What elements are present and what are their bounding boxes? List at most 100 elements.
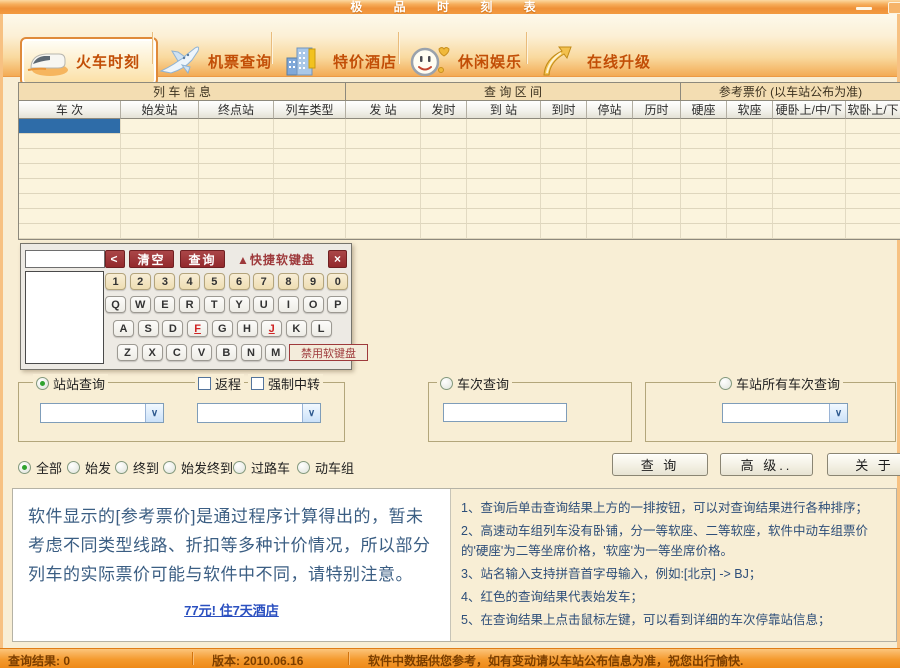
key-S[interactable]: S (138, 320, 159, 337)
key-B[interactable]: B (216, 344, 237, 361)
key-T[interactable]: T (204, 296, 225, 313)
key-2[interactable]: 2 (130, 273, 151, 290)
table-cell[interactable] (773, 224, 846, 239)
table-cell[interactable] (633, 134, 681, 149)
filter-option-2[interactable]: 始发 (67, 458, 111, 477)
filter-option-4[interactable]: 始发终到 (163, 458, 233, 477)
column-header[interactable]: 终点站 (199, 101, 274, 119)
table-cell[interactable] (199, 119, 274, 134)
train-query-radio[interactable] (440, 377, 453, 390)
keyboard-search-button[interactable]: 查询 (180, 250, 225, 268)
station-quick-input[interactable] (25, 250, 105, 268)
table-cell[interactable] (773, 164, 846, 179)
column-header[interactable]: 硬座 (681, 101, 727, 119)
table-cell[interactable] (681, 224, 727, 239)
table-cell[interactable] (19, 224, 121, 239)
table-cell[interactable] (681, 164, 727, 179)
table-cell[interactable] (846, 134, 900, 149)
table-cell[interactable] (541, 194, 587, 209)
key-1[interactable]: 1 (105, 273, 126, 290)
toolbar-button-3[interactable]: 特价酒店 (283, 41, 393, 81)
table-cell[interactable] (846, 149, 900, 164)
table-cell[interactable] (121, 164, 199, 179)
chevron-down-icon[interactable]: ∨ (829, 404, 847, 422)
table-cell[interactable] (633, 209, 681, 224)
column-header[interactable]: 软座 (727, 101, 773, 119)
key-M[interactable]: M (265, 344, 286, 361)
table-cell[interactable] (541, 149, 587, 164)
table-cell[interactable] (681, 119, 727, 134)
table-cell[interactable] (19, 149, 121, 164)
table-cell[interactable] (587, 179, 633, 194)
key-O[interactable]: O (303, 296, 324, 313)
toolbar-button-4[interactable]: 休闲娱乐 (408, 41, 522, 81)
table-cell[interactable] (421, 134, 467, 149)
table-cell[interactable] (121, 119, 199, 134)
key-Z[interactable]: Z (117, 344, 138, 361)
table-cell[interactable] (199, 149, 274, 164)
table-cell[interactable] (681, 134, 727, 149)
force-transfer-checkbox[interactable] (251, 377, 264, 390)
table-cell[interactable] (274, 134, 346, 149)
key-7[interactable]: 7 (253, 273, 274, 290)
table-cell[interactable] (633, 164, 681, 179)
table-cell[interactable] (19, 194, 121, 209)
table-cell[interactable] (727, 194, 773, 209)
station-all-combobox[interactable]: ∨ (722, 403, 848, 423)
filter-radio[interactable] (297, 461, 310, 474)
table-cell[interactable] (346, 119, 421, 134)
table-cell[interactable] (199, 224, 274, 239)
table-cell[interactable] (274, 149, 346, 164)
filter-radio[interactable] (233, 461, 246, 474)
table-cell[interactable] (421, 179, 467, 194)
filter-radio[interactable] (67, 461, 80, 474)
table-cell[interactable] (467, 164, 541, 179)
table-cell[interactable] (19, 134, 121, 149)
key-8[interactable]: 8 (278, 273, 299, 290)
table-cell[interactable] (541, 209, 587, 224)
table-cell[interactable] (633, 194, 681, 209)
key-9[interactable]: 9 (303, 273, 324, 290)
suggestion-listbox[interactable] (25, 271, 104, 364)
toolbar-button-1[interactable]: 火车时刻 (20, 37, 158, 86)
table-cell[interactable] (346, 179, 421, 194)
column-header[interactable]: 硬卧上/中/下 (773, 101, 846, 119)
key-F[interactable]: F (187, 320, 208, 337)
table-cell[interactable] (727, 209, 773, 224)
table-cell[interactable] (727, 134, 773, 149)
key-N[interactable]: N (241, 344, 262, 361)
to-station-value[interactable] (198, 404, 302, 422)
table-cell[interactable] (846, 179, 900, 194)
table-cell[interactable] (727, 149, 773, 164)
key-6[interactable]: 6 (229, 273, 250, 290)
table-cell[interactable] (346, 194, 421, 209)
backspace-button[interactable]: < (105, 250, 125, 268)
table-cell[interactable] (587, 209, 633, 224)
table-cell[interactable] (467, 149, 541, 164)
column-header[interactable]: 发 站 (346, 101, 421, 119)
table-cell[interactable] (587, 134, 633, 149)
table-cell[interactable] (467, 224, 541, 239)
key-L[interactable]: L (311, 320, 332, 337)
table-cell[interactable] (274, 224, 346, 239)
key-C[interactable]: C (166, 344, 187, 361)
column-header[interactable]: 车 次 (19, 101, 121, 119)
advanced-button[interactable]: 高 级.. (720, 453, 813, 476)
table-cell[interactable] (773, 149, 846, 164)
table-cell[interactable] (587, 224, 633, 239)
table-cell[interactable] (121, 134, 199, 149)
table-cell[interactable] (121, 209, 199, 224)
table-cell[interactable] (421, 209, 467, 224)
table-cell[interactable] (846, 209, 900, 224)
table-cell[interactable] (421, 224, 467, 239)
key-I[interactable]: I (278, 296, 299, 313)
clear-button[interactable]: 清空 (129, 250, 174, 268)
key-0[interactable]: 0 (327, 273, 348, 290)
table-cell[interactable] (467, 119, 541, 134)
table-cell[interactable] (587, 164, 633, 179)
table-cell[interactable] (121, 179, 199, 194)
table-cell[interactable] (633, 149, 681, 164)
key-A[interactable]: A (113, 320, 134, 337)
table-cell[interactable] (541, 164, 587, 179)
return-trip-checkbox[interactable] (198, 377, 211, 390)
